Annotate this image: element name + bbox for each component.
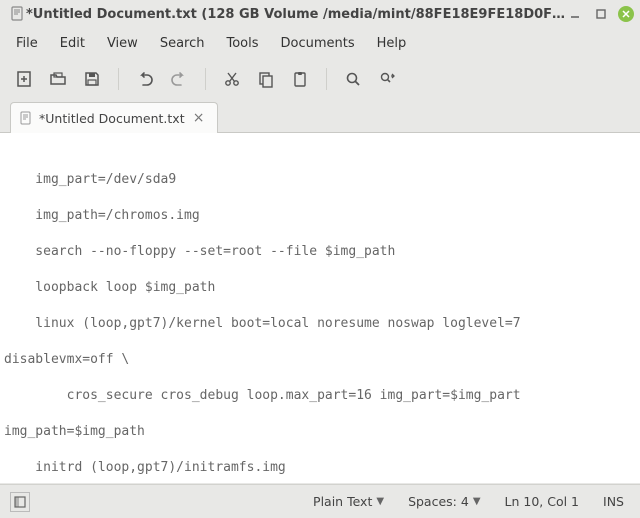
titlebar: *Untitled Document.txt (128 GB Volume /m…	[0, 0, 640, 28]
redo-icon	[170, 70, 188, 88]
editor-line: cros_secure cros_debug loop.max_part=16 …	[0, 387, 640, 405]
cursor-label: Ln 10, Col 1	[505, 494, 580, 509]
side-panel-toggle[interactable]	[10, 492, 30, 512]
save-button[interactable]	[78, 65, 106, 93]
ins-label: INS	[603, 494, 624, 509]
window-title: *Untitled Document.txt (128 GB Volume /m…	[26, 7, 566, 22]
cursor-position: Ln 10, Col 1	[499, 492, 586, 511]
menu-view[interactable]: View	[97, 31, 148, 56]
menu-search[interactable]: Search	[150, 31, 215, 56]
cut-button[interactable]	[218, 65, 246, 93]
tab-active[interactable]: *Untitled Document.txt ×	[10, 102, 218, 133]
toolbar-separator	[205, 68, 206, 90]
editor-area[interactable]: img_part=/dev/sda9 img_path=/chromos.img…	[0, 133, 640, 483]
new-doc-icon	[15, 70, 33, 88]
save-icon	[83, 70, 101, 88]
toolbar	[0, 58, 640, 100]
editor-line: disablevmx=off \	[0, 351, 640, 369]
search-button[interactable]	[339, 65, 367, 93]
undo-icon	[136, 70, 154, 88]
toolbar-separator	[118, 68, 119, 90]
app-icon	[10, 6, 26, 22]
statusbar: Plain Text ▼ Spaces: 4 ▼ Ln 10, Col 1 IN…	[0, 484, 640, 518]
redo-button[interactable]	[165, 65, 193, 93]
replace-icon	[378, 70, 396, 88]
paste-icon	[291, 70, 309, 88]
menu-edit[interactable]: Edit	[50, 31, 95, 56]
copy-button[interactable]	[252, 65, 280, 93]
cut-icon	[223, 70, 241, 88]
menu-file[interactable]: File	[6, 31, 48, 56]
search-icon	[344, 70, 362, 88]
editor-line: img_part=/dev/sda9	[0, 171, 640, 189]
menu-documents[interactable]: Documents	[271, 31, 365, 56]
tabbar: *Untitled Document.txt ×	[0, 100, 640, 133]
editor-line: img_path=/chromos.img	[0, 207, 640, 225]
maximize-button[interactable]	[592, 5, 610, 23]
insert-mode[interactable]: INS	[597, 492, 630, 511]
editor-line: img_path=$img_path	[0, 423, 640, 441]
new-doc-button[interactable]	[10, 65, 38, 93]
syntax-label: Plain Text	[313, 494, 372, 509]
chevron-down-icon: ▼	[473, 496, 481, 507]
document-icon	[19, 111, 33, 125]
open-button[interactable]	[44, 65, 72, 93]
editor-line: search --no-floppy --set=root --file $im…	[0, 243, 640, 261]
folder-open-icon	[49, 70, 67, 88]
tab-close-button[interactable]: ×	[191, 110, 207, 126]
window-controls	[566, 5, 634, 23]
undo-button[interactable]	[131, 65, 159, 93]
toolbar-separator	[326, 68, 327, 90]
replace-button[interactable]	[373, 65, 401, 93]
chevron-down-icon: ▼	[376, 496, 384, 507]
editor-line: loopback loop $img_path	[0, 279, 640, 297]
tab-width-selector[interactable]: Spaces: 4 ▼	[402, 492, 486, 511]
editor-line: linux (loop,gpt7)/kernel boot=local nore…	[0, 315, 640, 333]
menu-help[interactable]: Help	[367, 31, 417, 56]
tab-label: *Untitled Document.txt	[39, 111, 185, 126]
paste-button[interactable]	[286, 65, 314, 93]
syntax-selector[interactable]: Plain Text ▼	[307, 492, 390, 511]
editor-line: initrd (loop,gpt7)/initramfs.img	[0, 459, 640, 477]
copy-icon	[257, 70, 275, 88]
close-button[interactable]	[618, 6, 634, 22]
menu-tools[interactable]: Tools	[216, 31, 268, 56]
spaces-label: Spaces: 4	[408, 494, 469, 509]
menubar: File Edit View Search Tools Documents He…	[0, 28, 640, 58]
minimize-button[interactable]	[566, 5, 584, 23]
